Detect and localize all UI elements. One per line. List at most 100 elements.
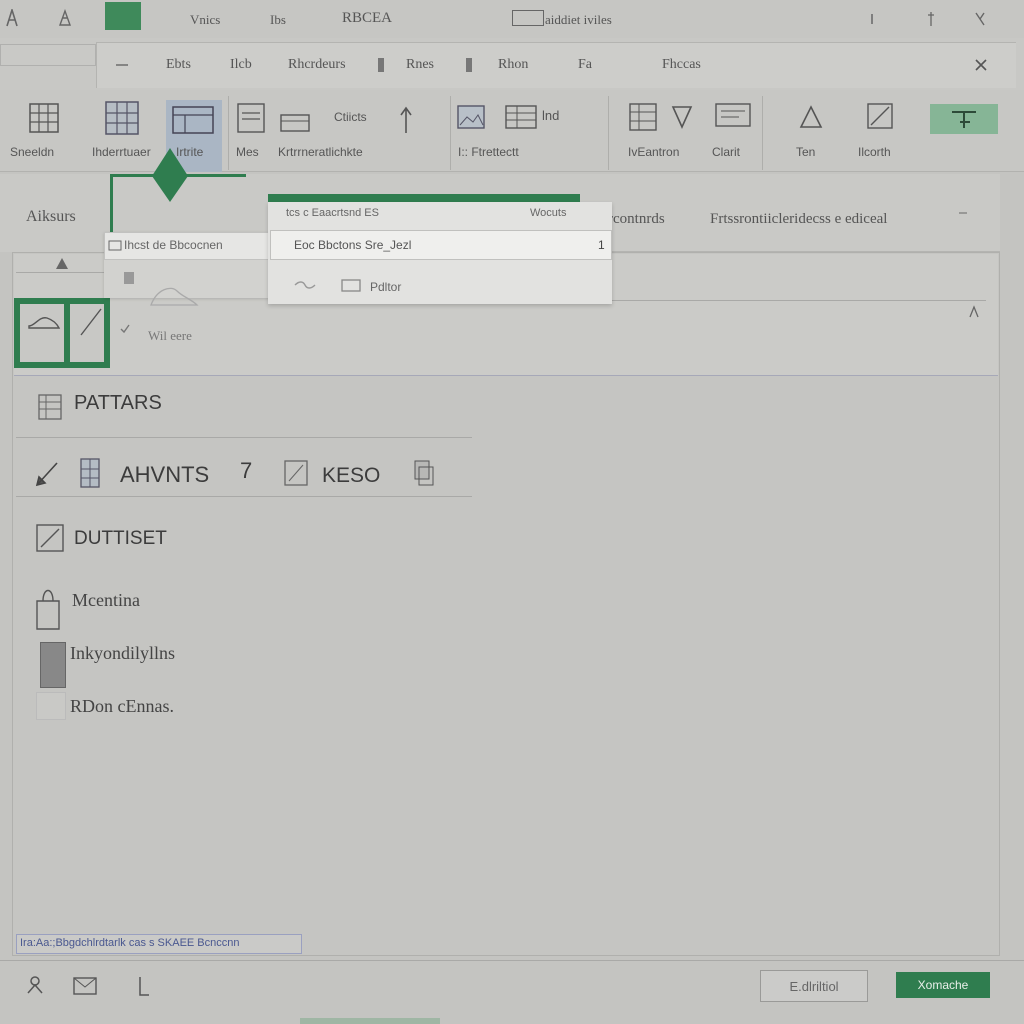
column-icon bbox=[78, 456, 102, 490]
edit-icon[interactable] bbox=[866, 102, 894, 130]
section-item[interactable]: AHVNTS bbox=[120, 462, 209, 488]
section-item[interactable]: 7 bbox=[240, 458, 252, 484]
slash-icon bbox=[76, 304, 106, 338]
minimize-icon[interactable] bbox=[866, 12, 878, 26]
chart-box-icon[interactable] bbox=[714, 102, 752, 128]
section-item[interactable]: Mcentina bbox=[72, 590, 140, 611]
menu-item-label: Ihcst de Bbcocnen bbox=[124, 238, 223, 252]
image-icon[interactable] bbox=[456, 104, 486, 130]
box-icon bbox=[36, 692, 66, 720]
table-icon[interactable] bbox=[28, 102, 60, 134]
tab-marker-icon bbox=[378, 58, 384, 72]
ribbon-separator bbox=[228, 96, 229, 170]
tab-ebts[interactable]: Ebts bbox=[166, 57, 191, 73]
ribbon-label: Ilcorth bbox=[858, 145, 891, 159]
menu-item-icon[interactable] bbox=[124, 272, 134, 284]
filter-icon[interactable] bbox=[670, 104, 694, 130]
tab-marker-icon bbox=[466, 58, 472, 72]
pin-icon[interactable] bbox=[54, 256, 70, 272]
save-icon[interactable] bbox=[56, 8, 74, 28]
ribbon-separator bbox=[762, 96, 763, 170]
screen-icon[interactable] bbox=[278, 110, 312, 136]
edit-square-icon bbox=[34, 522, 66, 554]
document-title: aiddiet iviles bbox=[545, 12, 612, 27]
restore-icon[interactable] bbox=[924, 10, 938, 28]
tab-rhcrdeurs[interactable]: Rhcrdeurs bbox=[288, 57, 346, 73]
folder-icon bbox=[107, 238, 123, 252]
footer-divider bbox=[0, 960, 1024, 961]
section-item[interactable]: Inkyondilyllns bbox=[70, 643, 175, 664]
titlebar-item[interactable]: Vnics bbox=[190, 12, 220, 28]
menu-header: tcs c Eaacrtsnd ES bbox=[286, 207, 379, 219]
ribbon-label: I:: Ftrettectt bbox=[458, 145, 519, 159]
link-icon bbox=[292, 278, 318, 292]
section-title[interactable]: PATTARS bbox=[74, 392, 162, 415]
panel-right-text: rcontnrds bbox=[608, 211, 665, 227]
diamond-pointer-icon bbox=[150, 146, 190, 204]
edit-box-icon bbox=[282, 458, 310, 488]
titlebar-item[interactable]: RBCEA bbox=[342, 10, 392, 27]
ribbon-label: IvEantron bbox=[628, 145, 680, 159]
person-icon[interactable] bbox=[24, 974, 46, 996]
grid-view-icon[interactable] bbox=[104, 100, 140, 136]
ok-button[interactable]: Xomache bbox=[896, 972, 990, 998]
close-window-icon[interactable] bbox=[972, 10, 988, 28]
ribbon-label: Ihderrtuaer bbox=[92, 145, 151, 159]
cancel-button[interactable]: E.dlriltiol bbox=[760, 970, 868, 1002]
arrow-up-icon[interactable] bbox=[396, 104, 416, 136]
app-badge[interactable] bbox=[105, 2, 141, 30]
dropdown-accent bbox=[268, 194, 580, 202]
hat-icon bbox=[146, 280, 200, 310]
section-item[interactable]: RDon cEnnas. bbox=[70, 696, 174, 717]
shoe-icon bbox=[26, 310, 62, 334]
ribbon-label: Clarit bbox=[712, 145, 741, 159]
tab-fa[interactable]: Fa bbox=[578, 57, 592, 73]
app-logo-icon[interactable] bbox=[4, 8, 20, 28]
close-icon[interactable] bbox=[972, 56, 990, 74]
ribbon-label: lnd bbox=[542, 108, 560, 123]
bracket-icon[interactable] bbox=[134, 974, 154, 998]
divider bbox=[16, 272, 108, 273]
divider bbox=[16, 496, 472, 497]
menu-header-right: Wocuts bbox=[530, 207, 567, 219]
ribbon-label: Krtrrneratlichkte bbox=[278, 145, 363, 159]
copy-icon bbox=[412, 458, 436, 488]
layout-icon[interactable] bbox=[170, 104, 216, 136]
ribbon-label: Ten bbox=[796, 145, 816, 159]
printer-icon bbox=[338, 276, 364, 294]
menu-item-count: 1 bbox=[598, 238, 605, 252]
page-icon[interactable] bbox=[236, 102, 266, 134]
format-button-icon[interactable] bbox=[930, 104, 998, 134]
status-text: Ira:Aa:;Bbgdchlrdtarlk cas s SKAEE Bcncc… bbox=[20, 937, 240, 949]
divider bbox=[16, 437, 472, 438]
file-tab-icon[interactable] bbox=[114, 58, 130, 72]
titlebar-item[interactable]: Ibs bbox=[270, 12, 286, 28]
menu-item-label: Eoc Bbctons Sre_Jezl bbox=[294, 238, 412, 252]
tab-rnes[interactable]: Rnes bbox=[406, 57, 434, 73]
menu-item-label: Pdltor bbox=[370, 280, 402, 294]
thumbnail-split bbox=[64, 298, 70, 368]
pen-icon bbox=[32, 456, 62, 490]
section-item[interactable]: KESO bbox=[322, 464, 380, 488]
ribbon-label: Ctiicts bbox=[334, 110, 367, 124]
triangle-icon[interactable] bbox=[798, 104, 824, 130]
check-icon[interactable] bbox=[118, 322, 132, 336]
section-title[interactable]: DUTTISET bbox=[74, 528, 167, 550]
mail-icon[interactable] bbox=[72, 976, 98, 996]
menu-item[interactable] bbox=[270, 262, 600, 304]
search-icon[interactable] bbox=[966, 304, 982, 320]
device-icon bbox=[40, 642, 66, 688]
columns-icon[interactable] bbox=[628, 102, 658, 132]
document-icon bbox=[512, 10, 544, 26]
tab-ilcb[interactable]: Ilcb bbox=[230, 57, 252, 73]
bottom-accent bbox=[300, 1018, 440, 1024]
tab-fhccas[interactable]: Fhccas bbox=[662, 57, 701, 73]
bag-icon bbox=[30, 582, 66, 632]
quick-access-box[interactable] bbox=[0, 44, 96, 66]
tab-rhon[interactable]: Rhon bbox=[498, 57, 528, 73]
list-icon bbox=[36, 392, 64, 422]
form-icon[interactable] bbox=[504, 104, 538, 130]
divider bbox=[600, 300, 986, 301]
panel-left-label: Aiksurs bbox=[26, 208, 76, 225]
dash-icon[interactable] bbox=[956, 206, 970, 220]
